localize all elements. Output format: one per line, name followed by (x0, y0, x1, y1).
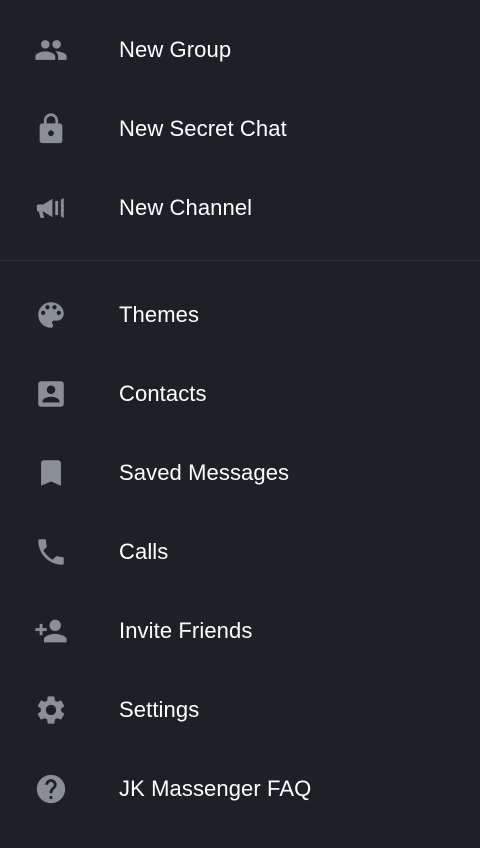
group-icon (34, 33, 68, 67)
menu-item-new-channel[interactable]: New Channel (0, 168, 480, 247)
add-person-icon (34, 614, 68, 648)
menu-item-settings[interactable]: Settings (0, 670, 480, 749)
menu-item-label: Calls (119, 538, 169, 564)
menu-item-new-group[interactable]: New Group (0, 10, 480, 89)
menu-item-calls[interactable]: Calls (0, 512, 480, 591)
phone-icon (34, 535, 68, 569)
help-icon (34, 772, 68, 806)
menu-item-label: Settings (119, 696, 200, 722)
menu-item-invite-friends[interactable]: Invite Friends (0, 591, 480, 670)
contact-card-icon (34, 377, 68, 411)
menu-item-label: Themes (119, 301, 200, 327)
menu-item-label: JK Massenger FAQ (119, 775, 312, 801)
menu-section-create: New Group New Secret Chat New Channel (0, 0, 480, 247)
palette-icon (34, 298, 68, 332)
menu-item-label: New Group (119, 36, 232, 62)
lock-icon (34, 112, 68, 146)
gear-icon (34, 693, 68, 727)
bookmark-icon (34, 456, 68, 490)
menu-item-contacts[interactable]: Contacts (0, 354, 480, 433)
menu-item-saved-messages[interactable]: Saved Messages (0, 433, 480, 512)
menu-section-main: Themes Contacts Saved Messages Calls Inv (0, 275, 480, 828)
menu-item-label: New Channel (119, 194, 253, 220)
menu-item-faq[interactable]: JK Massenger FAQ (0, 749, 480, 828)
navigation-drawer: New Group New Secret Chat New Channel Th… (0, 0, 480, 848)
menu-divider (0, 260, 480, 261)
menu-item-label: New Secret Chat (119, 115, 287, 141)
menu-item-label: Invite Friends (119, 617, 253, 643)
menu-item-label: Contacts (119, 380, 207, 406)
menu-item-new-secret-chat[interactable]: New Secret Chat (0, 89, 480, 168)
menu-item-label: Saved Messages (119, 459, 290, 485)
menu-item-themes[interactable]: Themes (0, 275, 480, 354)
megaphone-icon (34, 191, 68, 225)
